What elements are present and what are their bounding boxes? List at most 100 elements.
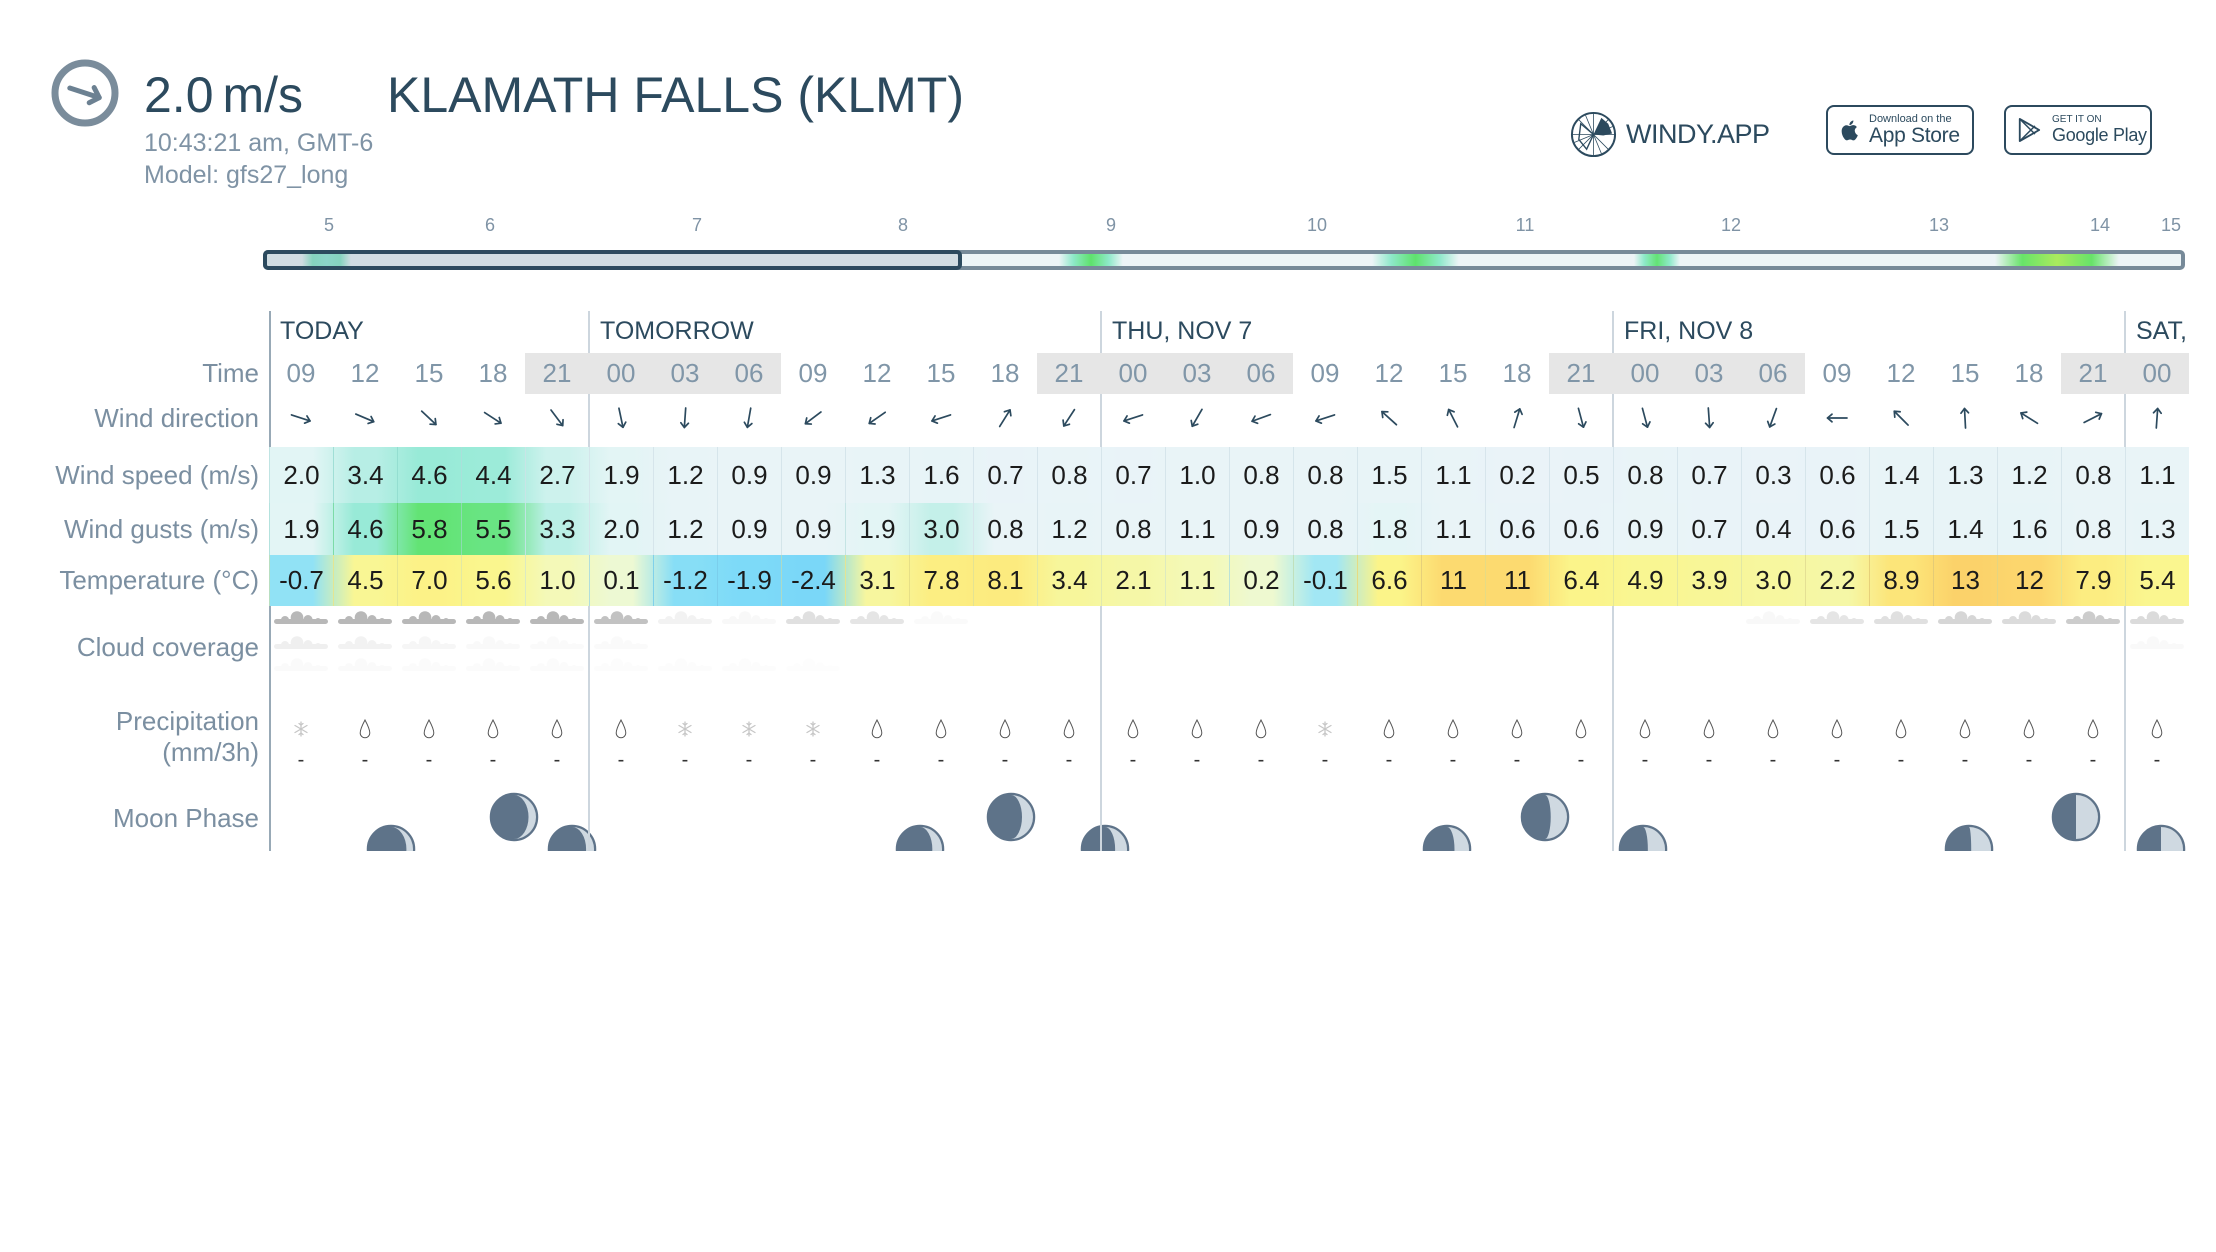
temperature-cell[interactable]: 11 — [1485, 555, 1549, 606]
wind-gust-cell[interactable]: 1.1 — [1421, 503, 1485, 555]
wind-speed-cell[interactable]: 3.4 — [333, 447, 397, 503]
wind-speed-cell[interactable]: 1.2 — [653, 447, 717, 503]
time-cell[interactable]: 06 — [1229, 353, 1293, 394]
wind-speed-cell[interactable]: 0.7 — [1101, 447, 1165, 503]
time-cell[interactable]: 09 — [1805, 353, 1869, 394]
temperature-cell[interactable]: 6.4 — [1549, 555, 1613, 606]
wind-speed-cell[interactable]: 0.2 — [1485, 447, 1549, 503]
wind-speed-cell[interactable]: 0.5 — [1549, 447, 1613, 503]
time-cell[interactable]: 00 — [1101, 353, 1165, 394]
time-cell[interactable]: 06 — [1741, 353, 1805, 394]
wind-speed-cell[interactable]: 0.8 — [1293, 447, 1357, 503]
temperature-cell[interactable]: 3.9 — [1677, 555, 1741, 606]
wind-gust-cell[interactable]: 0.8 — [1101, 503, 1165, 555]
wind-gust-cell[interactable]: 0.9 — [717, 503, 781, 555]
wind-gust-cell[interactable]: 1.9 — [845, 503, 909, 555]
wind-speed-cell[interactable]: 1.5 — [1357, 447, 1421, 503]
wind-speed-cell[interactable]: 1.9 — [589, 447, 653, 503]
wind-speed-cell[interactable]: 1.1 — [2125, 447, 2189, 503]
wind-gust-cell[interactable]: 2.0 — [589, 503, 653, 555]
timeline-day-label[interactable]: 7 — [692, 214, 702, 236]
wind-gust-cell[interactable]: 4.6 — [333, 503, 397, 555]
temperature-cell[interactable]: 0.1 — [589, 555, 653, 606]
time-cell[interactable]: 21 — [2061, 353, 2125, 394]
wind-speed-cell[interactable]: 1.1 — [1421, 447, 1485, 503]
wind-speed-cell[interactable]: 1.4 — [1869, 447, 1933, 503]
time-cell[interactable]: 21 — [1549, 353, 1613, 394]
time-cell[interactable]: 18 — [973, 353, 1037, 394]
wind-speed-cell[interactable]: 4.6 — [397, 447, 461, 503]
wind-gust-cell[interactable]: 0.7 — [1677, 503, 1741, 555]
wind-speed-cell[interactable]: 0.8 — [1613, 447, 1677, 503]
temperature-cell[interactable]: 5.4 — [2125, 555, 2189, 606]
temperature-cell[interactable]: 8.9 — [1869, 555, 1933, 606]
temperature-cell[interactable]: 7.9 — [2061, 555, 2125, 606]
wind-gust-cell[interactable]: 1.8 — [1357, 503, 1421, 555]
time-cell[interactable]: 09 — [781, 353, 845, 394]
temperature-cell[interactable]: 0.2 — [1229, 555, 1293, 606]
time-cell[interactable]: 18 — [1485, 353, 1549, 394]
wind-gust-cell[interactable]: 0.9 — [781, 503, 845, 555]
wind-speed-cell[interactable]: 1.2 — [1997, 447, 2061, 503]
wind-speed-cell[interactable]: 0.7 — [973, 447, 1037, 503]
temperature-cell[interactable]: 2.2 — [1805, 555, 1869, 606]
temperature-cell[interactable]: -0.7 — [269, 555, 333, 606]
wind-gust-cell[interactable]: 0.8 — [2061, 503, 2125, 555]
wind-gust-cell[interactable]: 0.6 — [1805, 503, 1869, 555]
wind-gust-cell[interactable]: 0.8 — [973, 503, 1037, 555]
timeline-day-label[interactable]: 12 — [1721, 214, 1741, 236]
time-cell[interactable]: 18 — [1997, 353, 2061, 394]
time-cell[interactable]: 03 — [1677, 353, 1741, 394]
time-cell[interactable]: 09 — [1293, 353, 1357, 394]
wind-speed-cell[interactable]: 0.6 — [1805, 447, 1869, 503]
temperature-cell[interactable]: -1.9 — [717, 555, 781, 606]
temperature-cell[interactable]: 3.1 — [845, 555, 909, 606]
temperature-cell[interactable]: 13 — [1933, 555, 1997, 606]
time-cell[interactable]: 15 — [1933, 353, 1997, 394]
temperature-cell[interactable]: 1.1 — [1165, 555, 1229, 606]
temperature-cell[interactable]: 5.6 — [461, 555, 525, 606]
windy-app-logo[interactable]: WINDY.APP — [1569, 110, 1770, 159]
wind-gust-cell[interactable]: 1.1 — [1165, 503, 1229, 555]
wind-gust-cell[interactable]: 0.9 — [1229, 503, 1293, 555]
timeline-selected-range[interactable] — [263, 250, 962, 270]
wind-gust-cell[interactable]: 3.0 — [909, 503, 973, 555]
app-store-button[interactable]: Download on the App Store — [1826, 105, 1974, 155]
time-cell[interactable]: 00 — [589, 353, 653, 394]
temperature-cell[interactable]: 8.1 — [973, 555, 1037, 606]
temperature-cell[interactable]: 6.6 — [1357, 555, 1421, 606]
wind-gust-cell[interactable]: 1.6 — [1997, 503, 2061, 555]
timeline-day-label[interactable]: 6 — [485, 214, 495, 236]
temperature-cell[interactable]: 2.1 — [1101, 555, 1165, 606]
wind-speed-cell[interactable]: 2.0 — [269, 447, 333, 503]
wind-speed-cell[interactable]: 1.3 — [845, 447, 909, 503]
temperature-cell[interactable]: 3.4 — [1037, 555, 1101, 606]
wind-speed-cell[interactable]: 0.9 — [781, 447, 845, 503]
wind-speed-cell[interactable]: 0.7 — [1677, 447, 1741, 503]
timeline-day-label[interactable]: 9 — [1106, 214, 1116, 236]
time-cell[interactable]: 03 — [1165, 353, 1229, 394]
wind-speed-cell[interactable]: 0.8 — [2061, 447, 2125, 503]
wind-gust-cell[interactable]: 0.8 — [1293, 503, 1357, 555]
wind-speed-cell[interactable]: 0.9 — [717, 447, 781, 503]
wind-gust-cell[interactable]: 1.2 — [653, 503, 717, 555]
time-cell[interactable]: 12 — [333, 353, 397, 394]
time-cell[interactable]: 15 — [909, 353, 973, 394]
time-cell[interactable]: 00 — [2125, 353, 2189, 394]
temperature-cell[interactable]: -0.1 — [1293, 555, 1357, 606]
wind-gust-cell[interactable]: 5.5 — [461, 503, 525, 555]
wind-speed-cell[interactable]: 1.3 — [1933, 447, 1997, 503]
wind-gust-cell[interactable]: 0.6 — [1549, 503, 1613, 555]
wind-speed-cell[interactable]: 0.3 — [1741, 447, 1805, 503]
wind-gust-cell[interactable]: 0.9 — [1613, 503, 1677, 555]
timeline-day-label[interactable]: 8 — [898, 214, 908, 236]
time-cell[interactable]: 21 — [525, 353, 589, 394]
google-play-button[interactable]: GET IT ON Google Play — [2004, 105, 2152, 155]
wind-gust-cell[interactable]: 1.2 — [1037, 503, 1101, 555]
forecast-table[interactable]: TODAY TOMORROW THU, NOV 7 FRI, NOV 8 SAT, 09 2… — [269, 300, 2189, 852]
wind-gust-cell[interactable]: 0.6 — [1485, 503, 1549, 555]
wind-gust-cell[interactable]: 1.9 — [269, 503, 333, 555]
temperature-cell[interactable]: 3.0 — [1741, 555, 1805, 606]
temperature-cell[interactable]: 4.5 — [333, 555, 397, 606]
timeline-day-label[interactable]: 13 — [1929, 214, 1949, 236]
